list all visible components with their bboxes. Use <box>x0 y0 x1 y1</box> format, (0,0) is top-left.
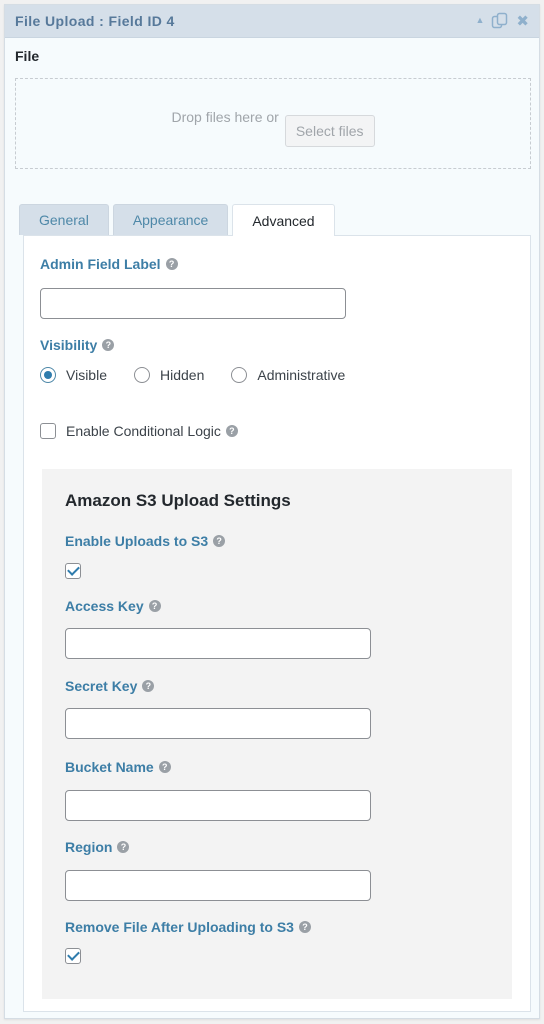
conditional-logic-row: Enable Conditional Logic ? <box>40 423 238 439</box>
s3-settings-title: Amazon S3 Upload Settings <box>65 491 291 510</box>
help-icon[interactable]: ? <box>225 425 238 437</box>
field-settings-panel: File Upload : Field ID 4 ▲ ✖ File Drop f… <box>4 4 540 1019</box>
access-key-label: Access Key <box>65 598 144 614</box>
close-icon[interactable]: ✖ <box>516 12 529 30</box>
secret-key-input[interactable] <box>65 708 371 739</box>
duplicate-icon[interactable] <box>491 12 509 30</box>
radio-administrative-label: Administrative <box>257 367 346 383</box>
region-heading: Region ? <box>65 839 130 855</box>
bucket-name-input[interactable] <box>65 790 371 821</box>
radio-administrative[interactable] <box>231 367 248 383</box>
region-label: Region <box>65 839 113 855</box>
visibility-option-administrative[interactable]: Administrative <box>231 367 345 383</box>
radio-hidden[interactable] <box>134 367 150 383</box>
help-icon[interactable]: ? <box>142 680 155 692</box>
tab-advanced[interactable]: Advanced <box>232 204 335 236</box>
secret-key-label: Secret Key <box>65 678 138 694</box>
panel-title: File Upload : Field ID 4 <box>15 13 175 29</box>
remove-after-upload-label: Remove File After Uploading to S3 <box>65 919 294 935</box>
help-icon[interactable]: ? <box>298 921 311 933</box>
select-files-button[interactable]: Select files <box>284 115 375 147</box>
bucket-name-heading: Bucket Name ? <box>65 759 171 775</box>
panel-header: File Upload : Field ID 4 ▲ ✖ <box>5 5 539 38</box>
file-field-label: File <box>15 48 40 64</box>
enable-uploads-heading: Enable Uploads to S3 ? <box>65 533 226 549</box>
tab-general[interactable]: General <box>19 204 109 235</box>
help-icon[interactable]: ? <box>165 258 178 270</box>
visibility-option-visible[interactable]: Visible <box>40 367 107 383</box>
remove-after-upload-checkbox[interactable] <box>65 948 81 964</box>
settings-tabs: General Appearance Advanced <box>19 204 335 236</box>
help-icon[interactable]: ? <box>213 535 226 547</box>
collapse-icon[interactable]: ▲ <box>476 15 485 25</box>
secret-key-heading: Secret Key ? <box>65 678 155 694</box>
remove-after-upload-heading: Remove File After Uploading to S3 ? <box>65 919 311 935</box>
help-icon[interactable]: ? <box>117 841 130 853</box>
enable-uploads-checkbox[interactable] <box>65 563 81 579</box>
admin-field-label-text: Admin Field Label <box>40 256 161 272</box>
visibility-option-hidden[interactable]: Hidden <box>134 367 204 383</box>
access-key-heading: Access Key ? <box>65 598 161 614</box>
s3-settings-section: Amazon S3 Upload Settings Enable Uploads… <box>42 469 512 999</box>
conditional-logic-checkbox[interactable] <box>40 423 56 439</box>
enable-uploads-label: Enable Uploads to S3 <box>65 533 209 549</box>
visibility-options: Visible Hidden Administrative <box>40 367 372 383</box>
help-icon[interactable]: ? <box>148 600 161 612</box>
drop-files-text: Drop files here or <box>171 108 279 125</box>
help-icon[interactable]: ? <box>158 761 171 773</box>
header-actions: ▲ ✖ <box>476 12 529 30</box>
advanced-tab-content: Admin Field Label ? Visibility ? Visible… <box>23 235 531 1012</box>
access-key-input[interactable] <box>65 628 371 659</box>
visibility-heading: Visibility ? <box>40 337 115 353</box>
admin-field-label-input[interactable] <box>40 288 346 319</box>
admin-field-label-heading: Admin Field Label ? <box>40 256 178 272</box>
region-input[interactable] <box>65 870 371 901</box>
visibility-label: Visibility <box>40 337 98 353</box>
radio-visible-label: Visible <box>66 367 107 383</box>
radio-hidden-label: Hidden <box>160 367 205 383</box>
bucket-name-label: Bucket Name <box>65 759 154 775</box>
file-dropzone[interactable]: Drop files here or Select files <box>15 78 531 169</box>
radio-visible[interactable] <box>40 367 56 383</box>
conditional-logic-label: Enable Conditional Logic <box>66 423 221 439</box>
tab-appearance[interactable]: Appearance <box>112 204 229 235</box>
help-icon[interactable]: ? <box>102 339 115 351</box>
